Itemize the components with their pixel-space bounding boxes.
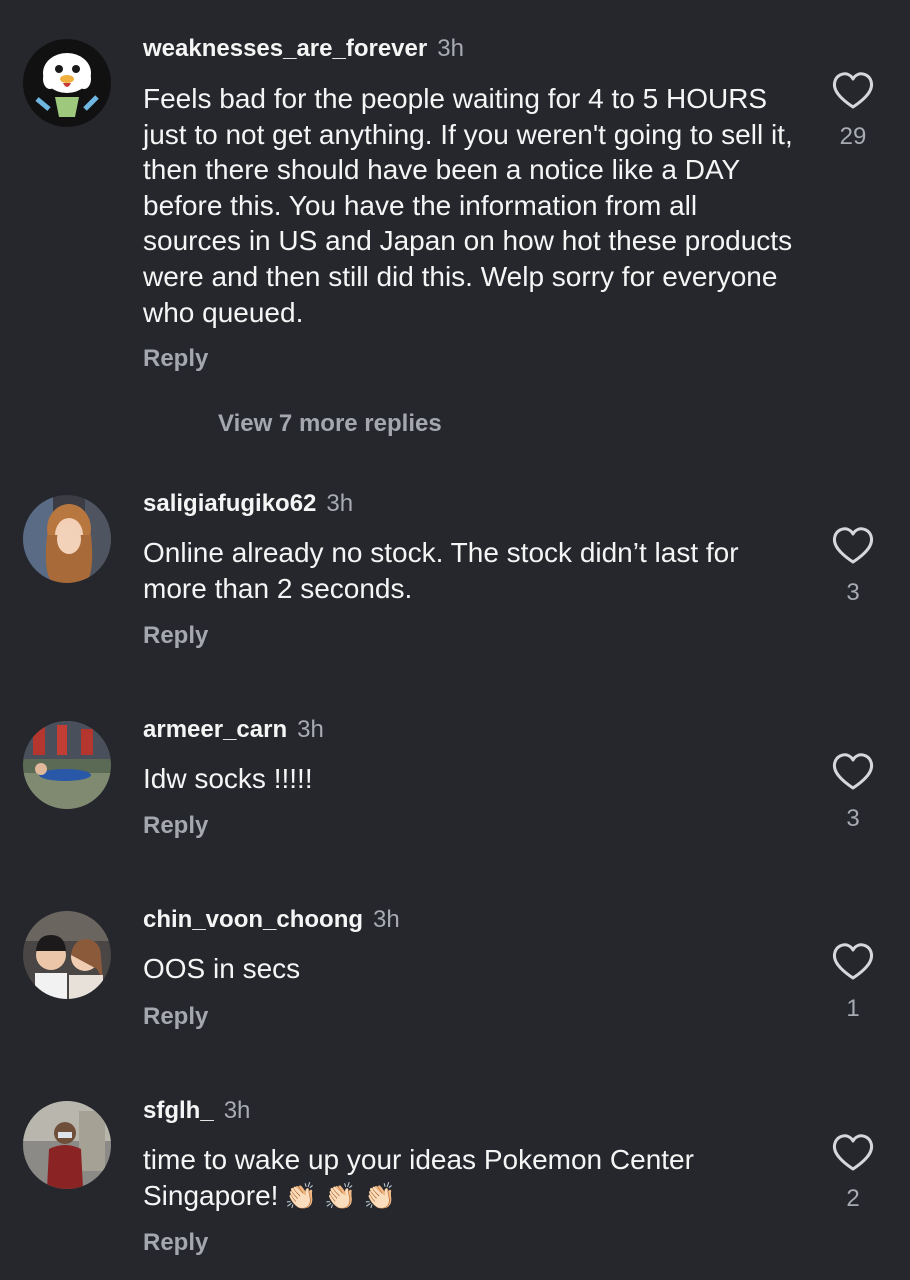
comment-meta: chin_voon_choong 3h [143,905,400,935]
timestamp: 3h [297,716,324,743]
timestamp: 3h [223,1097,251,1124]
comment-text: OOS in secs [143,953,301,984]
like-count: 1 [846,995,860,1022]
oshawott-avatar-icon [23,39,111,127]
like-count: 29 [839,123,867,150]
user-photo-icon [23,721,111,809]
user-avatar[interactable] [23,1101,111,1189]
comment-text: time to wake up your ideas Pokemon Cente… [143,1142,793,1214]
user-avatar[interactable] [23,495,111,583]
username[interactable]: sfglh_ [143,1097,214,1124]
timestamp: 3h [326,490,354,517]
heart-outline-icon [832,72,874,109]
like-count: 3 [846,805,860,832]
comment-text: Feels bad for the people waiting for 4 t… [143,83,793,328]
username[interactable]: armeer_carn [143,716,287,743]
heart-outline-icon [832,1134,874,1171]
username[interactable]: weaknesses_are_forever [143,35,427,62]
comment-text: Idw socks !!!!! [143,763,313,794]
username[interactable]: saligiafugiko62 [143,490,316,517]
reply-button[interactable]: Reply [143,1002,208,1032]
user-photo-icon [23,911,111,999]
comment-meta: sfglh_ 3h [143,1096,250,1126]
comment-meta: saligiafugiko62 3h [143,489,353,519]
clapping-hands-emoji: 👏🏻 👏🏻 👏🏻 [284,1180,397,1211]
heart-outline-icon [832,527,874,564]
comment-meta: armeer_carn 3h [143,715,324,745]
like-button[interactable] [831,1133,875,1173]
username[interactable]: chin_voon_choong [143,906,363,933]
user-photo-icon [23,495,111,583]
like-button[interactable] [831,71,875,111]
reply-button[interactable]: Reply [143,1228,208,1258]
like-button[interactable] [831,752,875,792]
user-photo-icon [23,1101,111,1189]
reply-button[interactable]: Reply [143,621,208,651]
like-count: 2 [846,1185,860,1212]
heart-outline-icon [832,943,874,980]
reply-button[interactable]: Reply [143,811,208,841]
user-avatar[interactable] [23,721,111,809]
view-more-replies-button[interactable]: View 7 more replies [218,409,442,439]
reply-button[interactable]: Reply [143,344,208,374]
timestamp: 3h [437,35,464,62]
like-count: 3 [846,579,860,606]
timestamp: 3h [373,906,400,933]
user-avatar[interactable] [23,39,111,127]
like-button[interactable] [831,526,875,566]
comment-meta: weaknesses_are_forever 3h [143,34,464,64]
heart-outline-icon [832,753,874,790]
user-avatar[interactable] [23,911,111,999]
comment-text-content: time to wake up your ideas Pokemon Cente… [143,1144,694,1211]
like-button[interactable] [831,942,875,982]
comment-text: Online already no stock. The stock didn’… [143,537,739,604]
